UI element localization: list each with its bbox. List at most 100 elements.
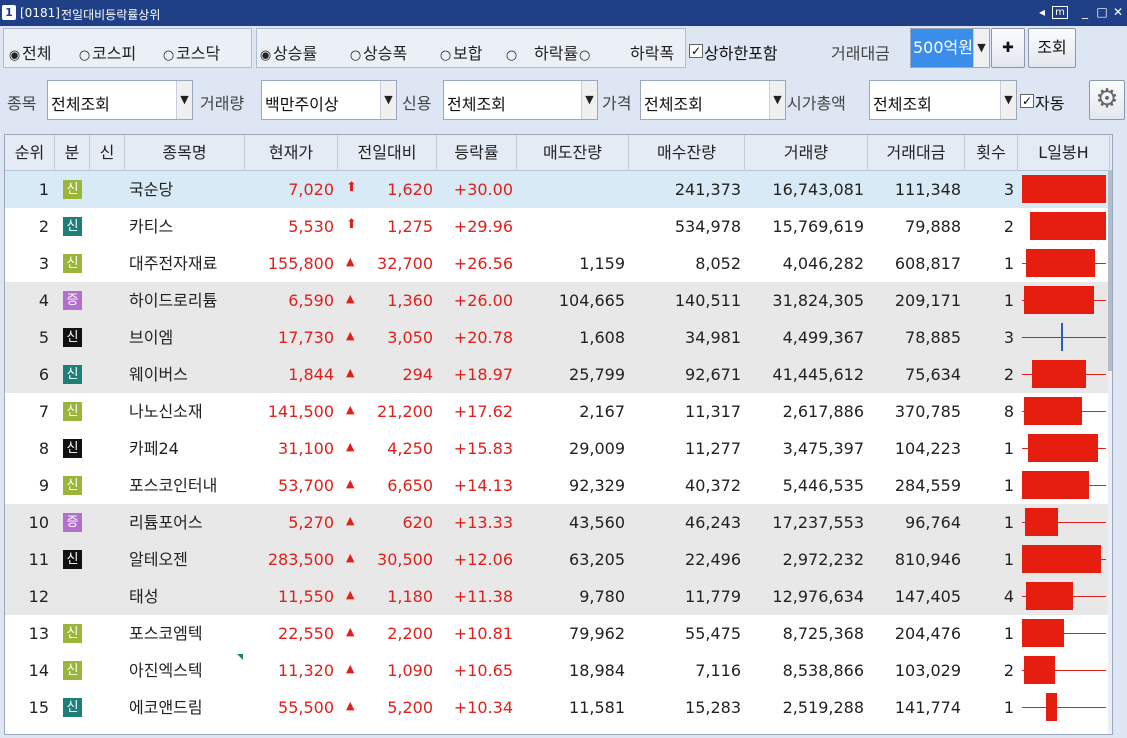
price-select[interactable]: 전체조회 ▼ [640, 80, 786, 120]
scrollbar-thumb[interactable] [1108, 171, 1112, 371]
cell-ask: 92,329 [569, 476, 625, 495]
table-row[interactable]: 9 포스코인터내 53,700 6,650 +14.13 92,329 40,372 5,44… [5, 467, 1110, 504]
upper-limit-arrow-icon: ⬆ [346, 180, 357, 195]
column-header[interactable]: 전일대비 [338, 135, 437, 171]
column-header[interactable]: 현재가 [245, 135, 338, 171]
ranking-table: 순위 분 신 종목명 현재가 전일대비 등락률 매도잔량 매수잔량 거래량 거래대금 횟수 L일봉H 1… [4, 134, 1113, 735]
table-row[interactable]: 8 카페24 31,100 4,250 +15.83 29,009 11,277 3,475,… [5, 430, 1110, 467]
cell-count: 1 [1003, 476, 1014, 495]
market-option-kospi[interactable]: ○ 코스피 [78, 40, 136, 64]
cell-ask: 11,581 [569, 698, 625, 717]
stock-label: 종목 [7, 94, 37, 113]
settings-button[interactable]: ⚙ [1089, 80, 1125, 120]
cell-volume: 3,475,397 [782, 439, 864, 458]
table-row[interactable]: 2 카티스 5,530 1,275 +29.96 534,978 15,769,619 79,… [5, 208, 1110, 245]
mcap-select[interactable]: 전체조회 ▼ [869, 80, 1017, 120]
column-header[interactable]: 거래대금 [868, 135, 965, 171]
market-option-kosdaq[interactable]: ○ 코스닥 [162, 40, 220, 64]
column-header[interactable]: 거래량 [745, 135, 868, 171]
sort-option-fall-amount[interactable]: 하락폭 [630, 40, 674, 64]
window-title: 전일대비등락률상위 [61, 8, 161, 22]
sort-option-flat[interactable]: ○ 보합 [439, 40, 483, 64]
maximize-icon[interactable]: □ [1094, 4, 1110, 21]
candle-body [1025, 508, 1059, 536]
cell-count: 1 [1003, 254, 1014, 273]
cell-name: 하이드로리튬 [129, 291, 218, 310]
market-radio-group: ◉ 전체 ○ 코스피 ○ 코스닥 [3, 28, 252, 68]
auto-checkbox[interactable]: ✓ [1020, 94, 1034, 108]
candle-body [1026, 582, 1074, 610]
credit-select[interactable]: 전체조회 ▼ [443, 80, 598, 120]
table-row[interactable]: 4 하이드로리튬 6,590 1,360 +26.00 104,665 140,511 31,… [5, 282, 1110, 319]
table-row[interactable]: 10 리튬포어스 5,270 620 +13.33 43,560 46,243 17,237,… [5, 504, 1110, 541]
column-header[interactable]: 매도잔량 [517, 135, 629, 171]
column-header[interactable]: 횟수 [965, 135, 1018, 171]
cell-amount: 209,171 [894, 291, 961, 310]
sort-option-fall-rate[interactable]: ○ 하락률○ [505, 40, 592, 64]
cell-rank: 7 [38, 402, 49, 421]
category-badge: 신 [63, 439, 82, 458]
column-header[interactable]: 등락률 [437, 135, 517, 171]
table-row[interactable]: 5 브이엠 17,730 3,050 +20.78 1,608 34,981 4,499,36… [5, 319, 1110, 356]
close-icon[interactable]: ✕ [1110, 4, 1126, 21]
cell-rank: 6 [38, 365, 49, 384]
cell-amount: 147,405 [894, 587, 961, 606]
cell-rank: 9 [38, 476, 49, 495]
cell-volume: 5,446,535 [782, 476, 864, 495]
cell-bid: 11,277 [685, 439, 741, 458]
cell-count: 1 [1003, 291, 1014, 310]
minimize-icon[interactable]: _ [1077, 4, 1093, 21]
table-row[interactable]: 6 웨이버스 1,844 294 +18.97 25,799 92,671 41,445,61… [5, 356, 1110, 393]
column-header[interactable]: L일봉H [1018, 135, 1110, 171]
column-header[interactable]: 종목명 [125, 135, 245, 171]
cell-rate: +10.81 [453, 624, 513, 643]
amount-select[interactable]: 500억원 ▼ [910, 28, 990, 68]
volume-select[interactable]: 백만주이상 ▼ [261, 80, 397, 120]
cell-price: 11,550 [278, 587, 334, 606]
screen-code: [0181] [20, 6, 60, 20]
table-row[interactable]: 12 태성 11,550 1,180 +11.38 9,780 11,779 12,976,6… [5, 578, 1110, 615]
table-row[interactable]: 3 대주전자재료 155,800 32,700 +26.56 1,159 8,052 4,04… [5, 245, 1110, 282]
table-row[interactable]: 1 국순당 7,020 1,620 +30.00 241,373 16,743,081 111… [5, 171, 1110, 208]
cell-rank: 11 [28, 550, 49, 569]
cell-amount: 141,774 [894, 698, 961, 717]
cell-price: 7,020 [288, 180, 334, 199]
table-row[interactable]: 15 에코앤드림 55,500 5,200 +10.34 11,581 15,283 2,51… [5, 689, 1110, 726]
table-row[interactable]: 14 아진엑스텍 11,320 1,090 +10.65 18,984 7,116 8,538… [5, 652, 1110, 689]
limit-include-checkbox[interactable]: ✓ [689, 44, 703, 58]
radio-icon: ○ [439, 48, 452, 63]
prev-icon[interactable]: ◂ [1034, 4, 1050, 21]
cell-price: 5,270 [288, 513, 334, 532]
cell-bid: 140,511 [674, 291, 741, 310]
add-filter-button[interactable]: ✚ [991, 28, 1025, 68]
stock-select[interactable]: 전체조회 ▼ [47, 80, 193, 120]
cell-rate: +26.56 [453, 254, 513, 273]
chevron-down-icon: ▼ [380, 81, 396, 119]
gear-icon: ⚙ [1095, 84, 1119, 114]
cell-amount: 111,348 [894, 180, 961, 199]
column-header[interactable]: 매수잔량 [629, 135, 745, 171]
cell-rate: +29.96 [453, 217, 513, 236]
memo-icon[interactable]: m [1052, 6, 1068, 19]
column-header[interactable]: 분 [55, 135, 90, 171]
cell-price: 22,550 [278, 624, 334, 643]
cell-ask: 18,984 [569, 661, 625, 680]
column-header[interactable]: 신 [90, 135, 125, 171]
column-header[interactable]: 순위 [5, 135, 55, 171]
category-badge: 신 [63, 550, 82, 569]
cell-rate: +10.65 [453, 661, 513, 680]
table-row[interactable]: 13 포스코엠텍 22,550 2,200 +10.81 79,962 55,475 8,72… [5, 615, 1110, 652]
sort-option-rise-rate[interactable]: ◉ 상승률 [259, 40, 317, 64]
chevron-down-icon: ▼ [1000, 81, 1016, 119]
table-row[interactable]: 11 알테오젠 283,500 30,500 +12.06 63,205 22,496 2,9… [5, 541, 1110, 578]
cell-amount: 104,223 [894, 439, 961, 458]
query-button[interactable]: 조회 [1028, 28, 1076, 68]
candle-body [1022, 619, 1064, 647]
cell-ask: 9,780 [579, 587, 625, 606]
credit-label: 신용 [402, 94, 432, 113]
market-option-all[interactable]: ◉ 전체 [8, 40, 52, 64]
table-row[interactable]: 7 나노신소재 141,500 21,200 +17.62 2,167 11,317 2,61… [5, 393, 1110, 430]
cell-ask: 43,560 [569, 513, 625, 532]
up-triangle-icon: ▲ [346, 403, 355, 416]
sort-option-rise-amount[interactable]: ○ 상승폭 [349, 40, 407, 64]
